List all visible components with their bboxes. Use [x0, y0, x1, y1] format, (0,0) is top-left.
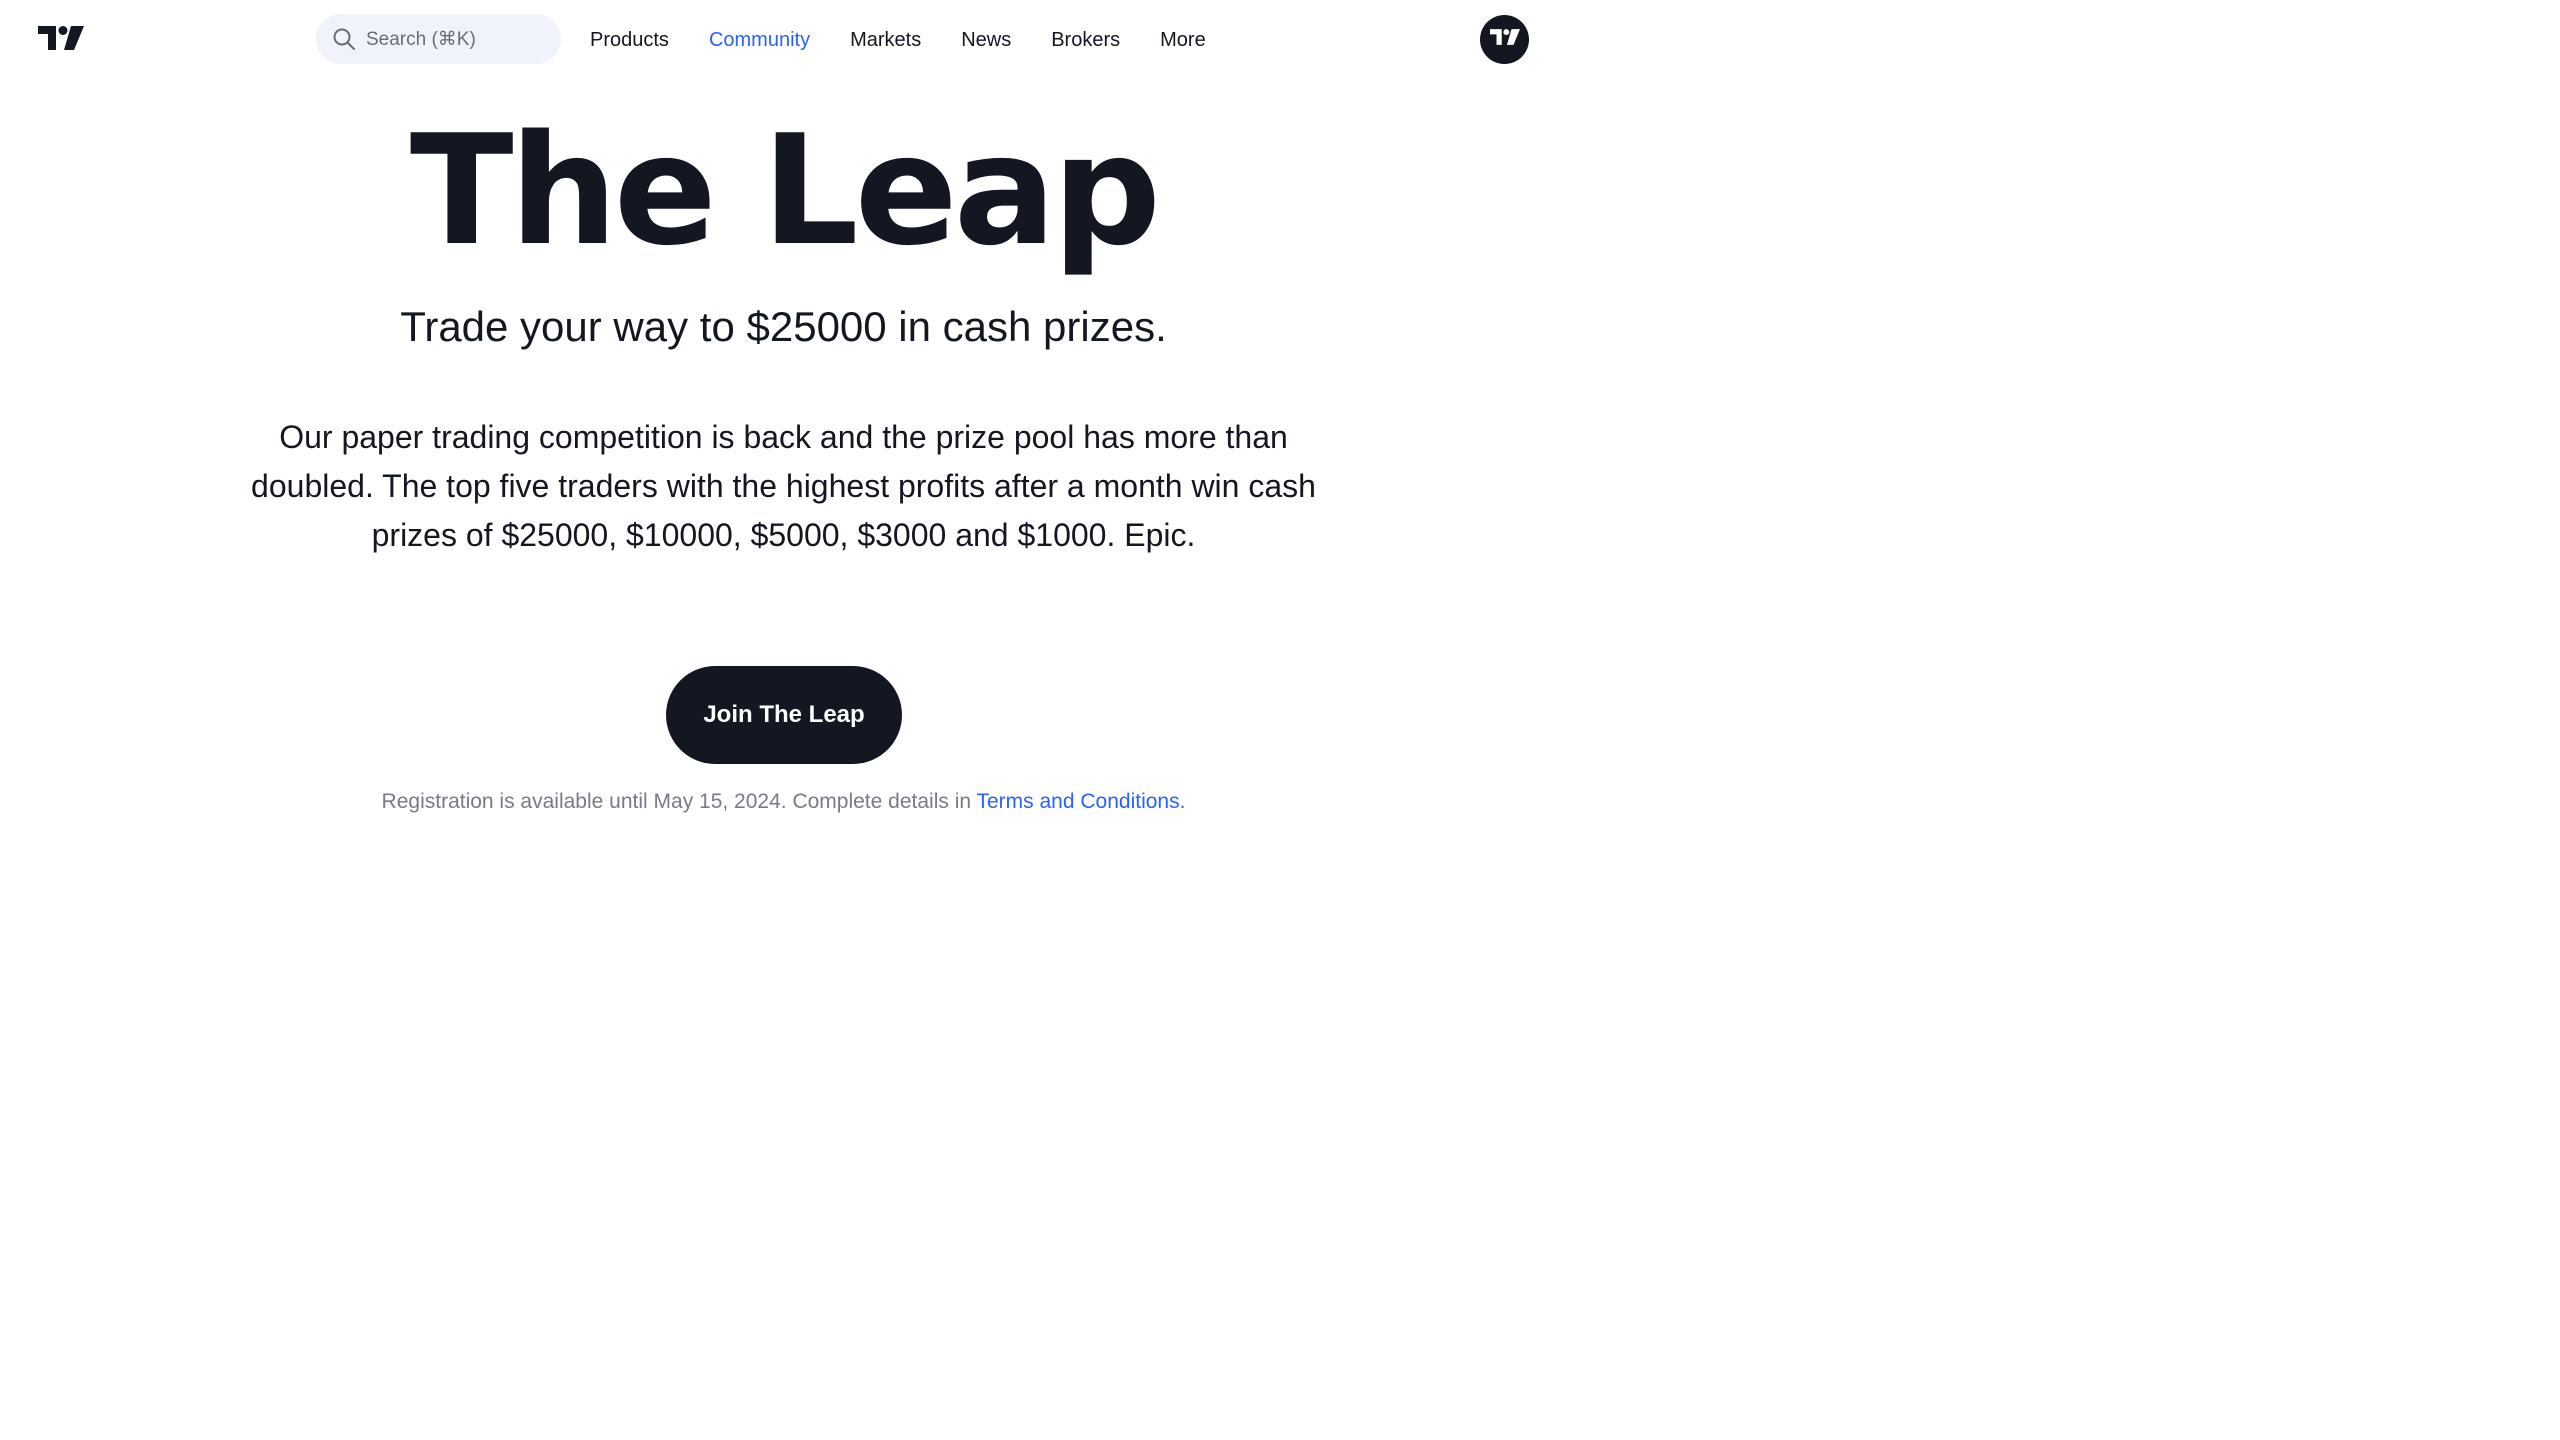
- page-title: The Leap: [409, 102, 1161, 279]
- nav-item-brokers[interactable]: Brokers: [1051, 26, 1120, 54]
- registration-note: Registration is available until May 15, …: [380, 785, 1187, 819]
- nav-item-markets[interactable]: Markets: [850, 26, 921, 54]
- page: Search (⌘K) Products Community Markets N…: [0, 0, 1567, 881]
- main-nav: Products Community Markets News Brokers …: [590, 26, 1246, 54]
- user-menu-button[interactable]: [1480, 15, 1529, 64]
- search-placeholder: Search (⌘K): [366, 28, 476, 50]
- nav-item-news[interactable]: News: [961, 26, 1011, 54]
- hero-description: Our paper trading competition is back an…: [251, 419, 1316, 553]
- terms-and-conditions-link[interactable]: Terms and Conditions.: [977, 790, 1186, 813]
- nav-item-community[interactable]: Community: [709, 26, 810, 54]
- hero-subtitle: Trade your way to $25000 in cash prizes.: [400, 303, 1167, 350]
- search-icon: [332, 27, 356, 51]
- nav-item-more[interactable]: More: [1160, 26, 1206, 54]
- registration-note-text: Registration is available until May 15, …: [381, 790, 977, 813]
- search-input[interactable]: Search (⌘K): [316, 14, 561, 64]
- join-the-leap-button[interactable]: Join The Leap: [666, 666, 902, 764]
- tradingview-logo-icon[interactable]: [38, 26, 84, 50]
- nav-item-products[interactable]: Products: [590, 26, 669, 54]
- tradingview-logo-icon: [1489, 29, 1520, 50]
